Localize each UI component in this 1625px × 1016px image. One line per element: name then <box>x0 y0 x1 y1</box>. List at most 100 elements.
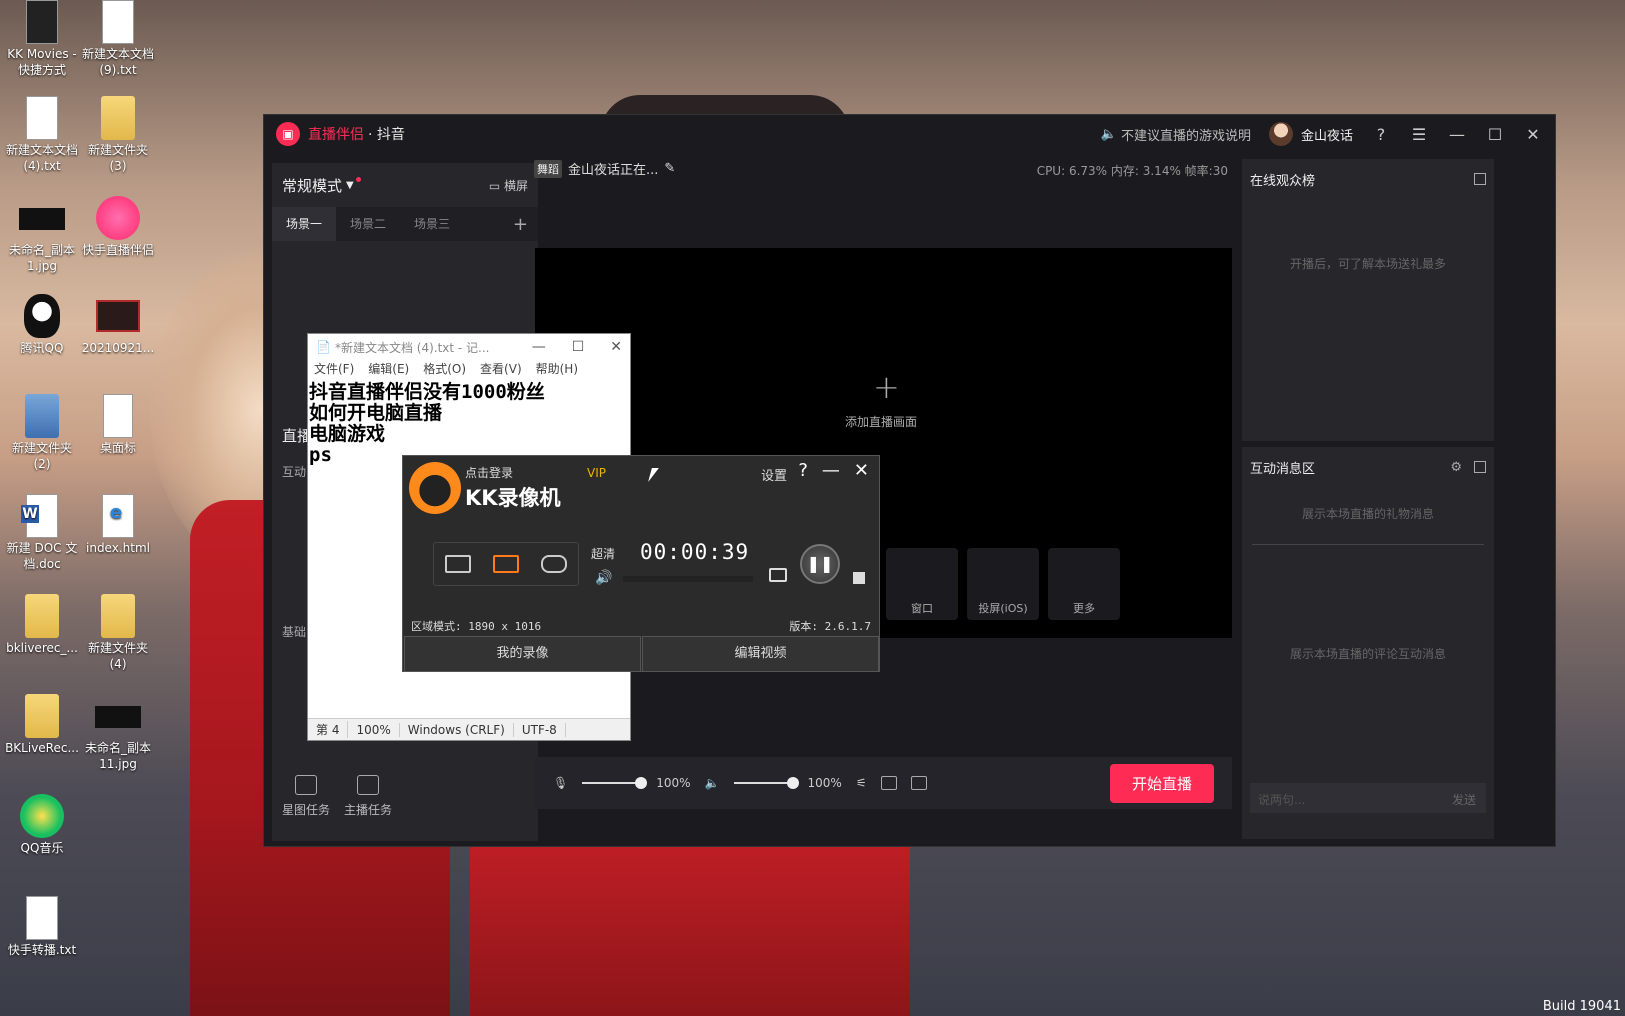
live-title[interactable]: 金山夜话正在... <box>568 159 658 178</box>
desktop-icon[interactable]: 新建文本文档 (9).txt <box>78 0 158 78</box>
menu-edit[interactable]: 编辑(E) <box>368 360 409 380</box>
desktop-icon[interactable]: 快手直播伴侣 <box>78 196 158 258</box>
desktop-icon[interactable]: 新建文本文档 (4).txt <box>2 96 82 174</box>
text-line: 电脑游戏 <box>309 423 386 445</box>
close-button[interactable]: ✕ <box>854 460 869 481</box>
camera-icon[interactable] <box>910 776 927 790</box>
start-live-button[interactable]: 开始直播 <box>1109 763 1214 803</box>
desktop-icon[interactable]: KK Movies - 快捷方式 <box>2 0 82 78</box>
mic-icon[interactable]: 🎙 <box>553 776 568 790</box>
source-window-button[interactable]: 窗口 <box>886 548 958 620</box>
interact-panel: 互动消息区 ⚙ 展示本场直播的礼物消息 展示本场直播的评论互动消息 <box>1242 447 1494 839</box>
desktop-icon[interactable]: 快手转播.txt <box>2 896 82 958</box>
close-button[interactable]: ✕ <box>1523 125 1543 144</box>
app-platform: · 抖音 <box>368 127 405 143</box>
pause-button[interactable]: ❚❚ <box>800 544 840 584</box>
game-notice-link[interactable]: 不建议直播的游戏说明 <box>1121 125 1251 144</box>
desktop-icon[interactable]: 新建 DOC 文档.doc <box>2 494 82 572</box>
volume-icon[interactable]: 🔊 <box>595 570 612 586</box>
speaker-icon[interactable]: 🔈 <box>705 776 720 790</box>
maximize-button[interactable]: ☐ <box>1485 125 1505 144</box>
login-link[interactable]: 点击登录 <box>465 464 513 481</box>
desktop-icon[interactable]: 新建文件夹 (2) <box>2 394 82 472</box>
basic-section-label: 基础 <box>282 625 307 639</box>
close-button[interactable]: ✕ <box>610 339 622 355</box>
desktop-icon[interactable]: BKLiveRec... <box>2 694 82 756</box>
tab-scene-1[interactable]: 场景一 <box>272 207 337 241</box>
username[interactable]: 金山夜话 <box>1301 125 1353 144</box>
desktop-icon-label: index.html <box>86 541 150 555</box>
camera-switch-icon[interactable] <box>880 776 897 790</box>
edit-icon[interactable]: ✎ <box>664 161 675 176</box>
desktop-icon[interactable]: index.html <box>78 494 158 556</box>
desktop-icon[interactable]: 未命名_副本 11.jpg <box>78 694 158 772</box>
file-icon <box>26 96 58 140</box>
fullscreen-mode-icon[interactable] <box>445 555 471 573</box>
add-scene-label[interactable]: 添加直播画面 <box>845 413 917 430</box>
vip-badge[interactable]: VIP <box>587 466 606 480</box>
desktop-icon[interactable]: 20210921... <box>78 294 158 356</box>
kuai-icon <box>96 196 140 240</box>
tab-scene-2[interactable]: 场景二 <box>336 207 400 241</box>
minimize-button[interactable]: — <box>822 460 840 481</box>
quality-selector[interactable]: 超清 <box>591 545 615 562</box>
host-task-button[interactable]: 主播任务 <box>338 775 398 818</box>
checklist-icon <box>357 775 379 795</box>
avatar[interactable] <box>1268 122 1293 146</box>
settings-button[interactable]: 设置 <box>761 465 787 484</box>
speaker-volume-slider[interactable] <box>733 777 799 789</box>
settings-icon[interactable]: ⚙ <box>1450 460 1462 475</box>
desktop-icon[interactable]: bkliverec_... <box>2 594 82 656</box>
desktop-icon[interactable]: 桌面标 <box>78 394 158 456</box>
desktop-icon[interactable]: 腾讯QQ <box>2 294 82 356</box>
notification-dot <box>355 176 361 182</box>
category-tag[interactable]: 舞蹈 <box>534 159 562 178</box>
stop-button[interactable] <box>853 572 865 584</box>
send-button[interactable]: 发送 <box>1452 791 1476 808</box>
popout-icon[interactable] <box>1474 461 1486 473</box>
chat-input[interactable]: 说两句... <box>1250 783 1486 813</box>
desktop-icon-label: 新建文件夹 (3) <box>87 143 148 173</box>
file-icon <box>26 896 58 940</box>
desktop-icon[interactable]: 新建文件夹 (3) <box>78 96 158 174</box>
desktop-icon-label: 新建文件夹 (4) <box>87 641 148 671</box>
maximize-button[interactable]: ☐ <box>572 339 585 355</box>
desktop-icon-label: 腾讯QQ <box>20 341 64 355</box>
menu-icon[interactable]: ☰ <box>1409 125 1429 144</box>
landscape-toggle[interactable]: ▭ 横屏 <box>489 177 528 194</box>
desktop-icon-label: 快手直播伴侣 <box>81 243 154 257</box>
desktop-icon[interactable]: QQ音乐 <box>2 794 82 856</box>
help-icon[interactable]: ? <box>1371 125 1391 144</box>
notepad-icon: 📄 <box>316 340 331 354</box>
add-icon[interactable]: + <box>873 368 900 406</box>
popout-icon[interactable] <box>1474 173 1486 185</box>
screenshot-icon[interactable] <box>769 568 787 582</box>
minimize-button[interactable]: — <box>532 339 546 355</box>
star-task-button[interactable]: 星图任务 <box>276 775 336 818</box>
edit-video-button[interactable]: 编辑视频 <box>642 636 879 672</box>
desktop-icon[interactable]: 新建文件夹 (4) <box>78 594 158 672</box>
slider-knob[interactable] <box>635 777 648 789</box>
chevron-down-icon[interactable]: ▼ <box>346 180 354 191</box>
mixer-icon[interactable]: ⚟ <box>856 776 867 790</box>
minimize-button[interactable]: — <box>1447 125 1467 144</box>
mode-dropdown[interactable]: 常规模式 <box>282 175 342 196</box>
mic-volume-slider[interactable] <box>582 777 648 789</box>
menu-help[interactable]: 帮助(H) <box>536 360 578 380</box>
my-recordings-button[interactable]: 我的录像 <box>404 636 641 672</box>
game-mode-icon[interactable] <box>541 555 567 573</box>
add-scene-icon[interactable]: + <box>513 214 528 235</box>
slider-knob[interactable] <box>786 777 799 789</box>
desktop-icon[interactable]: 未命名_副本 1.jpg <box>2 196 82 274</box>
divider[interactable] <box>1252 544 1484 545</box>
help-icon[interactable]: ? <box>798 460 808 481</box>
desktop-icon-label: 20210921... <box>81 341 155 355</box>
region-mode-icon[interactable] <box>493 555 519 573</box>
source-more-button[interactable]: 更多 <box>1048 548 1120 620</box>
audience-title: 在线观众榜 <box>1250 173 1316 189</box>
tab-scene-3[interactable]: 场景三 <box>400 207 464 241</box>
source-ios-button[interactable]: 投屏(iOS) <box>967 548 1039 620</box>
menu-format[interactable]: 格式(O) <box>423 360 466 380</box>
menu-file[interactable]: 文件(F) <box>314 360 354 380</box>
menu-view[interactable]: 查看(V) <box>480 360 522 380</box>
